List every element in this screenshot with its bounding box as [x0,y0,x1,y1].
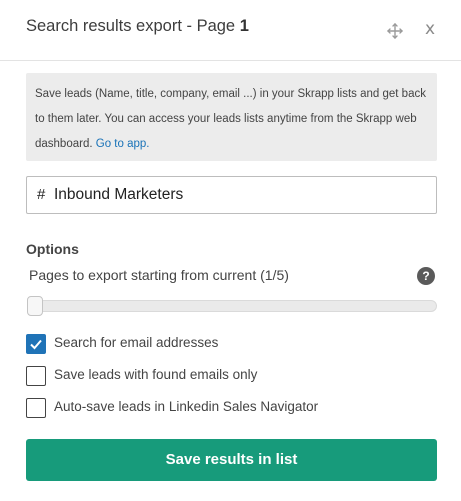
help-icon[interactable]: ? [417,267,435,285]
dialog-title-text: Search results export - Page [26,17,240,35]
auto-save-checkbox[interactable] [26,398,46,418]
page-number: 1 [239,17,249,35]
auto-save-label: Auto-save leads in Linkedin Sales Naviga… [54,399,319,414]
found-emails-only-label: Save leads with found emails only [54,367,258,382]
hash-icon: # [37,186,46,203]
options-heading: Options [26,241,79,257]
move-arrows-icon[interactable] [386,22,404,40]
search-emails-checkbox[interactable] [26,334,46,354]
info-text: Save leads (Name, title, company, email … [35,88,426,150]
pages-to-export-label: Pages to export starting from current (1… [29,267,289,283]
list-name-input[interactable]: # Inbound Marketers [26,176,437,214]
info-box: Save leads (Name, title, company, email … [26,73,437,161]
list-name-value[interactable]: Inbound Marketers [54,186,183,204]
dialog-title: Search results export - Page 1 [26,17,249,36]
found-emails-only-checkbox[interactable] [26,366,46,386]
dialog-header: Search results export - Page 1 x [0,0,461,60]
header-divider [0,60,461,61]
close-icon[interactable]: x [425,19,435,39]
pages-slider-track[interactable] [27,300,437,312]
pages-slider-handle[interactable] [27,296,43,316]
save-results-button[interactable]: Save results in list [26,439,437,481]
checkmark-icon [30,339,42,350]
go-to-app-link[interactable]: Go to app. [96,138,150,150]
search-emails-label: Search for email addresses [54,335,219,350]
